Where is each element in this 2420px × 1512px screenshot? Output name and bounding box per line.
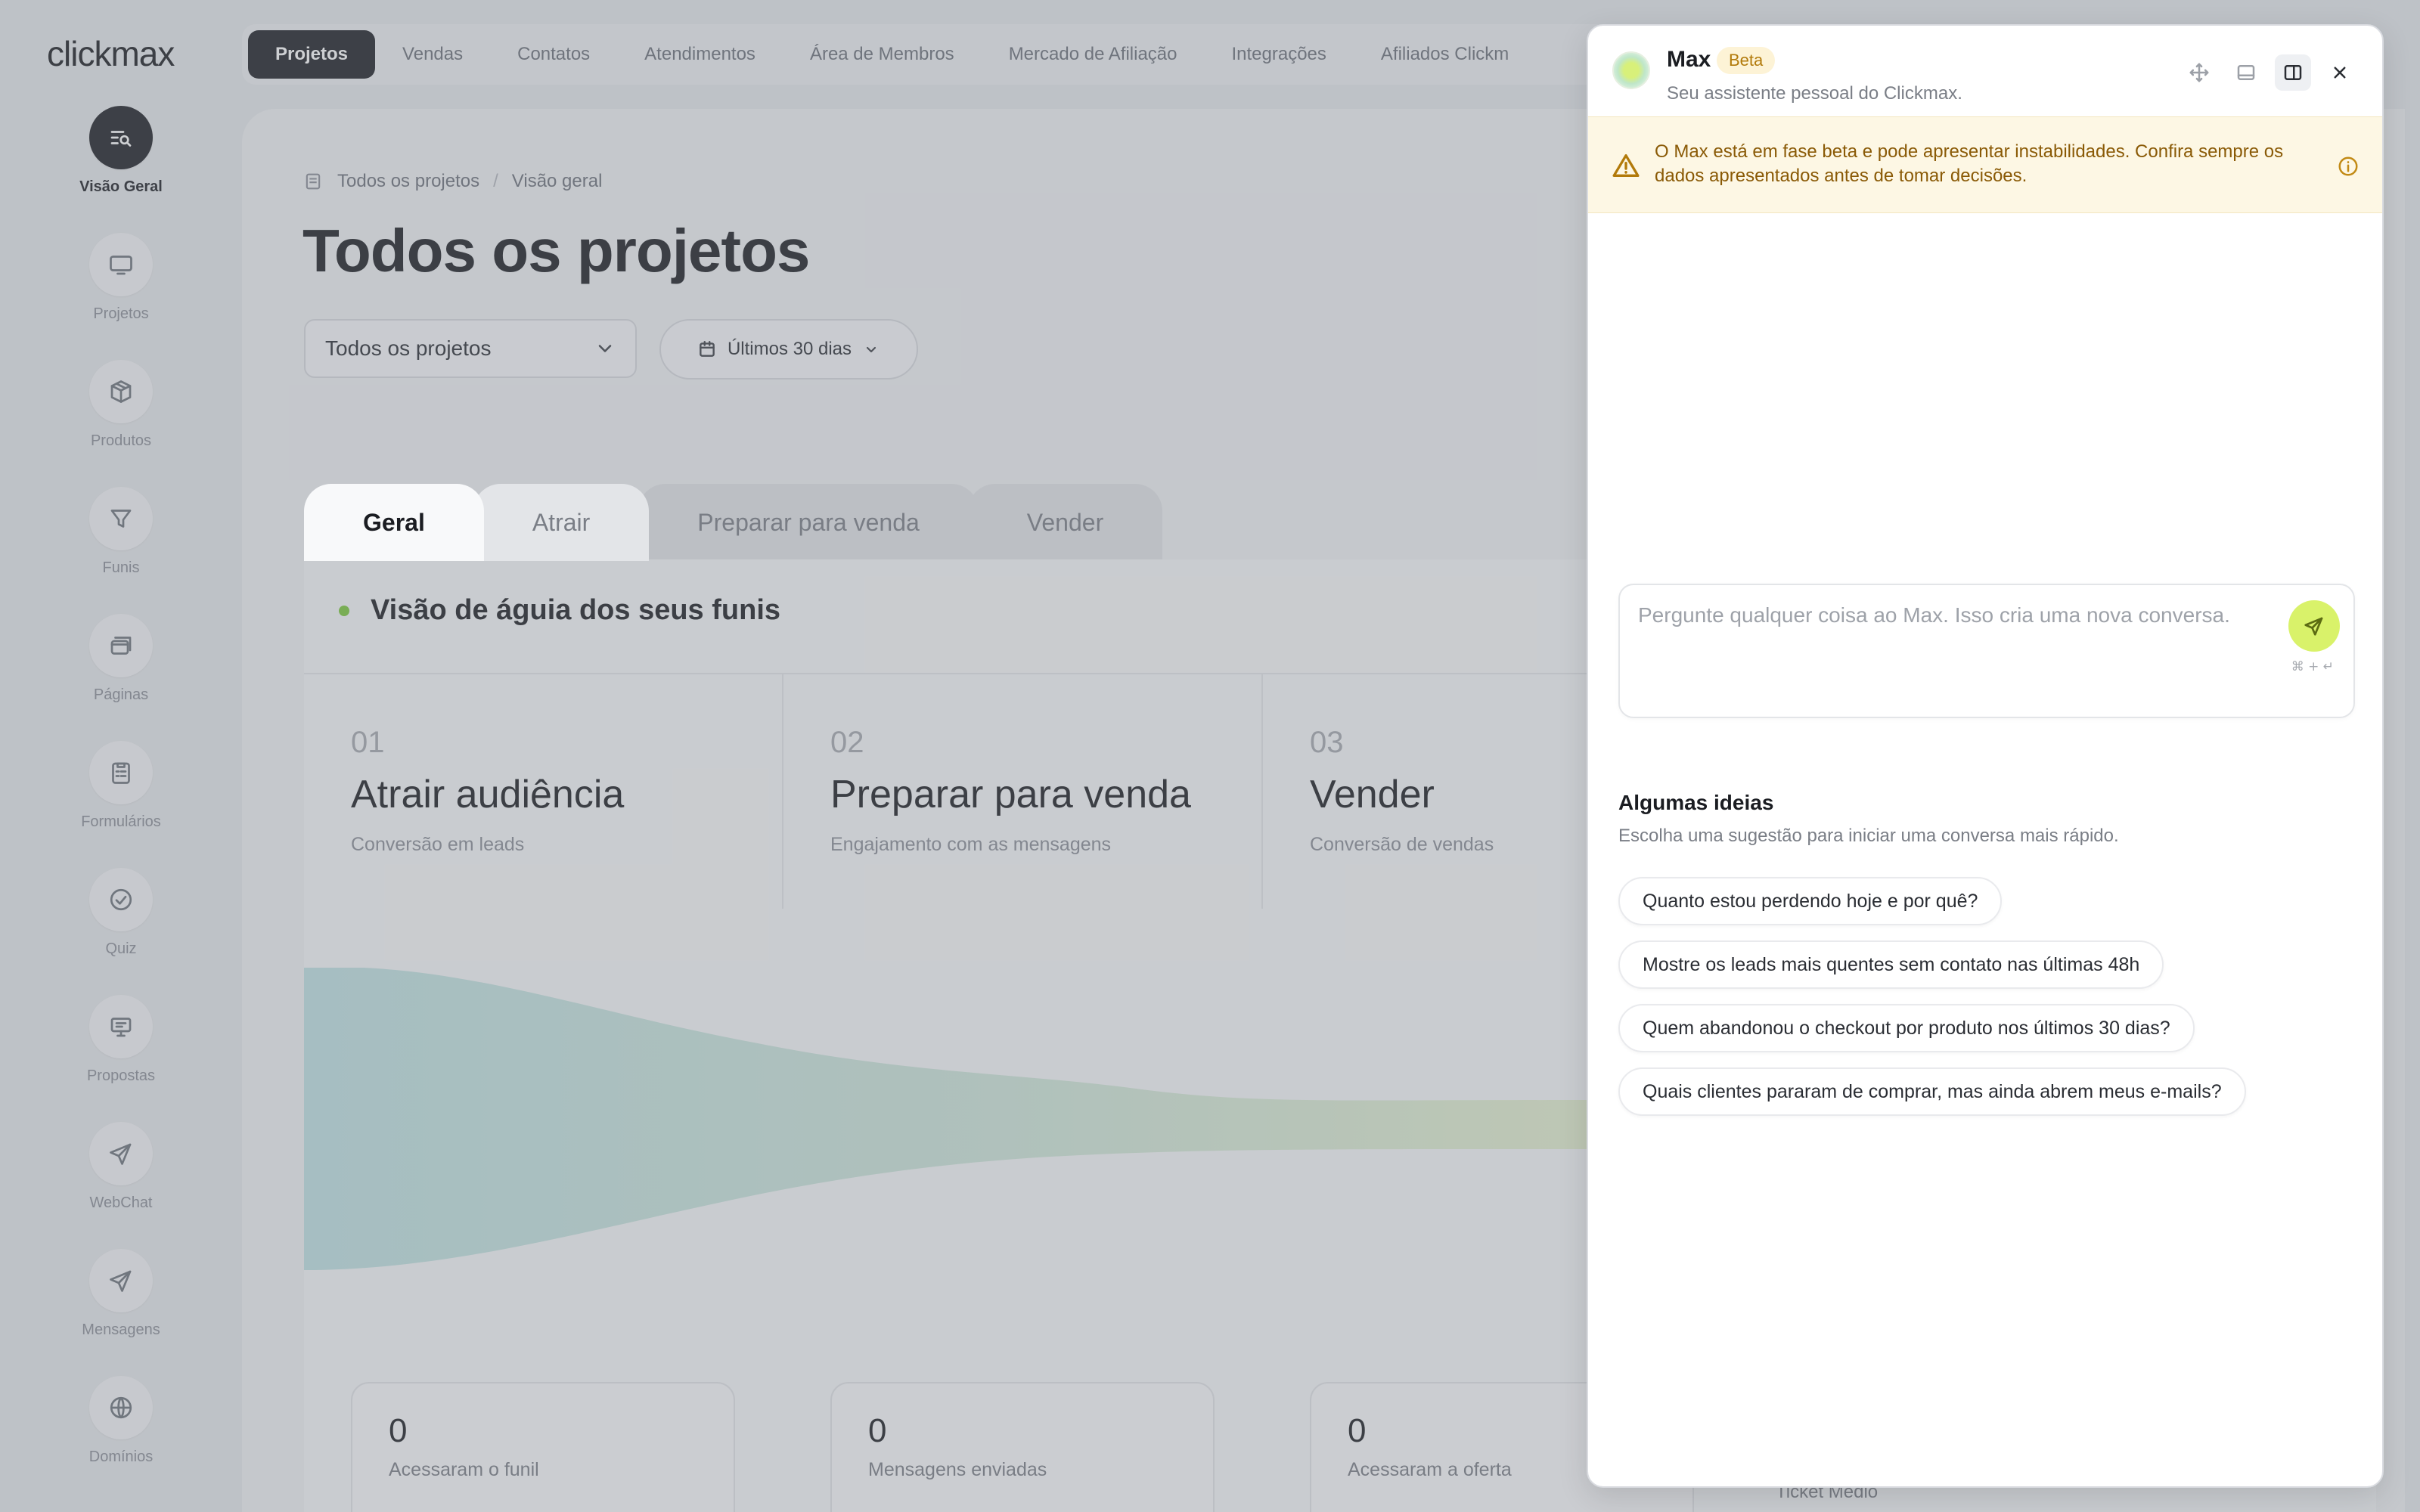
close-icon	[2334, 67, 2346, 79]
send-button[interactable]	[2288, 600, 2340, 652]
send-icon	[2304, 617, 2323, 636]
beta-warning-banner: O Max está em fase beta e pode apresenta…	[1588, 116, 2382, 213]
assistant-panel: Max Beta Seu assistente pessoal do Click…	[1587, 24, 2384, 1488]
shortcut-hint: ⌘ + ↵	[2291, 659, 2334, 674]
move-button[interactable]	[2181, 54, 2217, 91]
chat-input[interactable]	[1638, 603, 2273, 694]
ideas-subtitle: Escolha uma sugestão para iniciar uma co…	[1618, 826, 2119, 846]
suggestion-chip[interactable]: Quanto estou perdendo hoje e por quê?	[1618, 877, 2003, 925]
move-icon	[2189, 63, 2209, 82]
ideas-title: Algumas ideias	[1618, 791, 1774, 814]
tab-geral[interactable]: Geral	[304, 484, 484, 561]
panel-controls	[2181, 54, 2358, 91]
assistant-name: Max	[1667, 47, 1711, 72]
chat-composer: ⌘ + ↵	[1618, 584, 2355, 718]
suggestion-chip[interactable]: Mostre os leads mais quentes sem contato…	[1618, 940, 2164, 989]
dock-side-icon	[2284, 65, 2302, 80]
info-icon[interactable]	[2337, 155, 2360, 178]
assistant-avatar	[1612, 51, 1650, 89]
warning-text: O Max está em fase beta e pode apresenta…	[1655, 141, 2284, 186]
close-button[interactable]	[2322, 54, 2358, 91]
suggestion-chip[interactable]: Quem abandonou o checkout por produto no…	[1618, 1004, 2195, 1052]
warning-icon	[1611, 150, 1641, 181]
dock-bottom-icon	[2237, 65, 2255, 80]
assistant-header: Max Beta Seu assistente pessoal do Click…	[1588, 26, 2382, 116]
dock-side-button[interactable]	[2275, 54, 2311, 91]
suggestion-chip[interactable]: Quais clientes pararam de comprar, mas a…	[1618, 1067, 2246, 1116]
beta-badge: Beta	[1717, 47, 1776, 74]
dock-bottom-button[interactable]	[2228, 54, 2264, 91]
assistant-subtitle: Seu assistente pessoal do Clickmax.	[1667, 83, 1962, 104]
tab-atrair[interactable]: Atrair	[473, 484, 650, 561]
